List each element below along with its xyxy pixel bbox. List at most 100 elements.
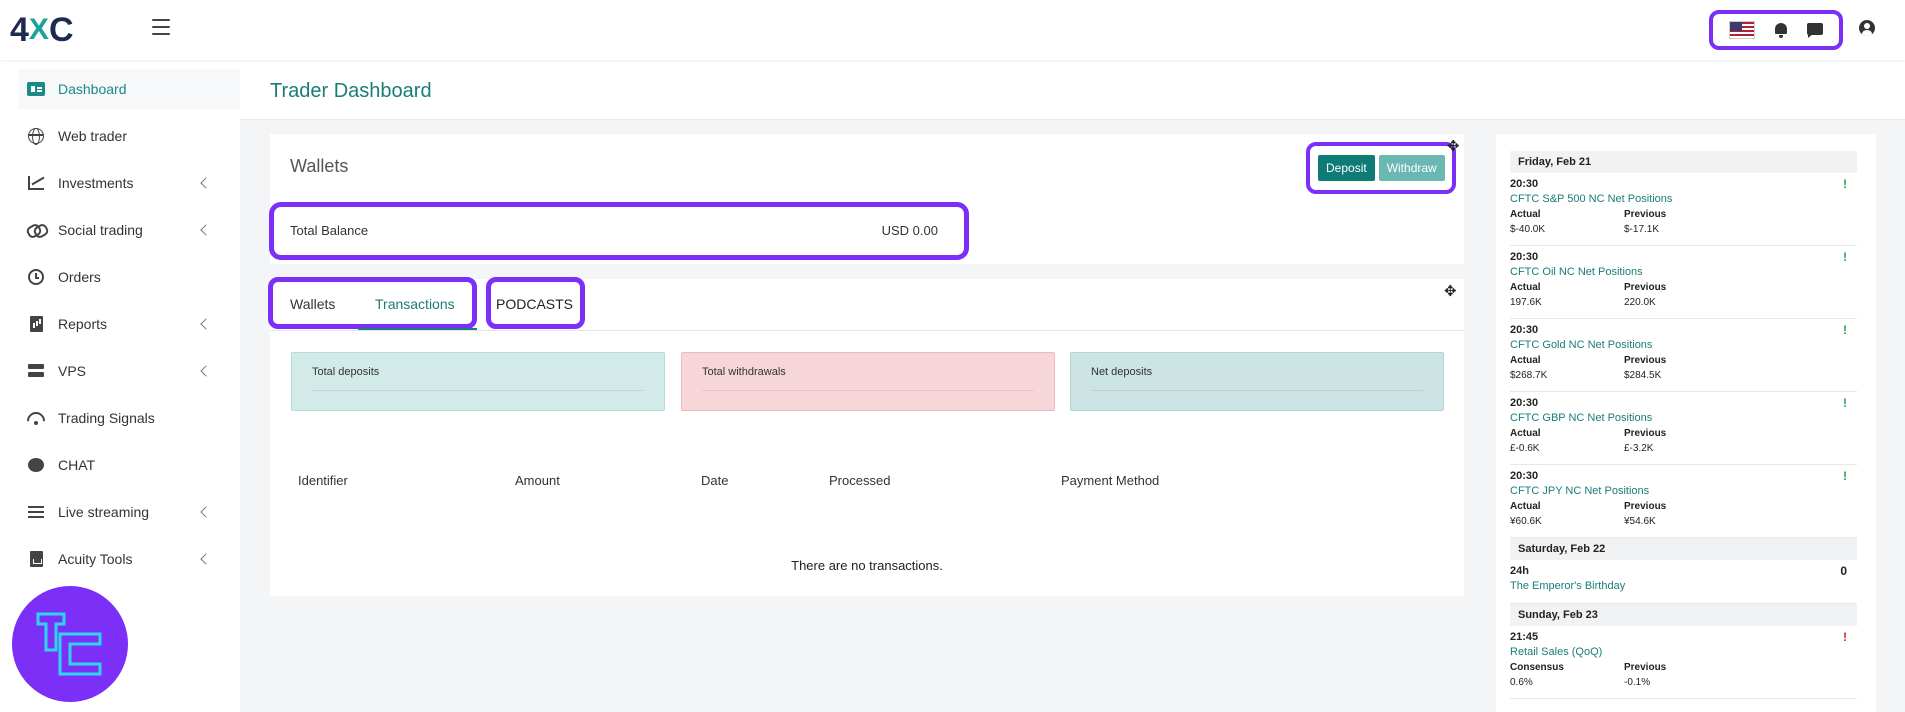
- sidebar-item-label: Reports: [58, 316, 108, 332]
- event-name[interactable]: CFTC JPY NC Net Positions: [1510, 485, 1649, 497]
- total-balance-value: USD 0.00: [881, 223, 938, 238]
- top-icons-group: [1709, 10, 1843, 50]
- calendar-event[interactable]: 20:30 ! CFTC JPY NC Net Positions Actual…: [1510, 465, 1857, 538]
- event-value: 0.6%: [1510, 677, 1533, 688]
- event-name[interactable]: CFTC GBP NC Net Positions: [1510, 412, 1652, 424]
- hamburger-icon[interactable]: [152, 19, 170, 35]
- sidebar-item-acuity-tools[interactable]: Acuity Tools: [18, 539, 240, 579]
- event-name[interactable]: CFTC S&P 500 NC Net Positions: [1510, 193, 1672, 205]
- calendar-event[interactable]: 20:30 ! CFTC GBP NC Net Positions Actual…: [1510, 392, 1857, 465]
- impact-indicator: 0: [1840, 564, 1847, 578]
- event-time: 24h: [1510, 565, 1529, 577]
- total-deposits-label: Total deposits: [312, 366, 380, 378]
- sidebar-item-label: VPS: [58, 363, 87, 379]
- event-key: Actual: [1510, 355, 1541, 366]
- event-value: £-3.2K: [1624, 443, 1654, 454]
- chevron-left-icon: [200, 506, 212, 518]
- column-header[interactable]: Date: [701, 473, 728, 488]
- sidebar-item-orders[interactable]: Orders: [18, 257, 240, 297]
- withdraw-button[interactable]: Withdraw: [1378, 155, 1445, 181]
- bell-icon[interactable]: [1774, 22, 1788, 38]
- sidebar-item-social-trading[interactable]: Social trading: [18, 210, 240, 250]
- sidebar-item-label: Orders: [58, 269, 101, 285]
- calendar-event[interactable]: 20:30 ! CFTC S&P 500 NC Net Positions Ac…: [1510, 173, 1857, 246]
- history-icon: [26, 267, 46, 287]
- event-key: Previous: [1624, 355, 1667, 366]
- column-header[interactable]: Processed: [829, 473, 890, 488]
- total-balance-row: Total Balance USD 0.00: [269, 202, 969, 260]
- impact-indicator: !: [1843, 396, 1847, 410]
- event-value: 220.0K: [1624, 297, 1656, 308]
- brand-logo[interactable]: 4XC: [10, 10, 74, 49]
- event-name[interactable]: CFTC Oil NC Net Positions: [1510, 266, 1643, 278]
- event-key: Actual: [1510, 501, 1541, 512]
- event-key: Previous: [1624, 501, 1667, 512]
- tab-podcasts[interactable]: PODCASTS: [496, 296, 573, 312]
- sidebar-item-label: Trading Signals: [58, 410, 155, 426]
- event-value: ¥60.6K: [1510, 516, 1542, 527]
- sidebar-item-chat[interactable]: CHAT: [18, 445, 240, 485]
- event-key: Consensus: [1510, 662, 1564, 673]
- event-time: 20:30: [1510, 251, 1539, 263]
- tc-watermark-logo: [12, 586, 128, 702]
- sidebar-item-label: Social trading: [58, 222, 143, 238]
- chevron-left-icon: [200, 365, 212, 377]
- column-header[interactable]: Identifier: [298, 473, 348, 488]
- event-name[interactable]: The Emperor's Birthday: [1510, 580, 1625, 592]
- sidebar-item-vps[interactable]: VPS: [18, 351, 240, 391]
- tabs-divider: [270, 330, 1464, 331]
- logo-x: X: [28, 13, 49, 46]
- calendar-day-header: Sunday, Feb 23: [1510, 604, 1857, 626]
- calendar-day-header: Friday, Feb 21: [1510, 151, 1857, 173]
- calendar-event[interactable]: 21:45 ! Retail Sales (QoQ) Consensus Pre…: [1510, 626, 1857, 699]
- message-icon[interactable]: [1807, 22, 1824, 38]
- impact-indicator: !: [1843, 177, 1847, 191]
- event-value: -0.1%: [1624, 677, 1651, 688]
- calendar-event[interactable]: 20:30 ! CFTC Oil NC Net Positions Actual…: [1510, 246, 1857, 319]
- column-header[interactable]: Amount: [515, 473, 560, 488]
- sidebar-item-reports[interactable]: Reports: [18, 304, 240, 344]
- net-deposits-card: Net deposits: [1070, 352, 1444, 411]
- total-deposits-card: Total deposits: [291, 352, 665, 411]
- sidebar-item-label: Web trader: [58, 128, 127, 144]
- impact-indicator: !: [1843, 250, 1847, 264]
- calendar-event[interactable]: 24h 0 The Emperor's Birthday: [1510, 560, 1857, 604]
- event-name[interactable]: Retail Sales (QoQ): [1510, 646, 1602, 658]
- sidebar-item-label: Live streaming: [58, 504, 150, 520]
- globe-icon: [26, 126, 46, 146]
- wallets-title: Wallets: [290, 156, 349, 176]
- event-time: 20:30: [1510, 324, 1539, 336]
- sidebar-item-trading-signals[interactable]: Trading Signals: [18, 398, 240, 438]
- event-key: Previous: [1624, 209, 1667, 220]
- total-withdrawals-card: Total withdrawals: [681, 352, 1055, 411]
- sidebar-item-label: Dashboard: [58, 81, 127, 97]
- sidebar-item-investments[interactable]: Investments: [18, 163, 240, 203]
- calendar-event[interactable]: 20:30 ! CFTC Gold NC Net Positions Actua…: [1510, 319, 1857, 392]
- top-bar: 4XC: [0, 0, 1905, 60]
- event-time: 21:45: [1510, 631, 1539, 643]
- move-icon[interactable]: ✥: [1447, 137, 1460, 155]
- user-icon[interactable]: [1859, 20, 1875, 36]
- dashboard-icon: [26, 79, 46, 99]
- sidebar-item-label: Investments: [58, 175, 134, 191]
- deposit-button[interactable]: Deposit: [1318, 155, 1375, 181]
- us-flag-icon[interactable]: [1728, 21, 1755, 39]
- tc-logo-icon: [36, 612, 102, 676]
- event-name[interactable]: CFTC Gold NC Net Positions: [1510, 339, 1652, 351]
- move-icon[interactable]: ✥: [1444, 282, 1457, 300]
- total-withdrawals-label: Total withdrawals: [702, 366, 786, 378]
- impact-indicator: !: [1843, 469, 1847, 483]
- sidebar-item-label: Acuity Tools: [58, 551, 133, 567]
- logo-letter: C: [48, 10, 74, 49]
- tools-icon: [26, 549, 46, 569]
- tab-wallets[interactable]: Wallets: [290, 296, 335, 312]
- sidebar-item-web-trader[interactable]: Web trader: [18, 116, 240, 156]
- column-header[interactable]: Payment Method: [1061, 473, 1159, 488]
- sidebar-item-live-streaming[interactable]: Live streaming: [18, 492, 240, 532]
- sidebar-item-dashboard[interactable]: Dashboard: [18, 69, 240, 109]
- tab-transactions[interactable]: Transactions: [375, 296, 455, 312]
- wallet-actions: Deposit Withdraw: [1306, 142, 1456, 194]
- page-title: Trader Dashboard: [270, 80, 432, 102]
- chevron-left-icon: [200, 553, 212, 565]
- event-key: Actual: [1510, 428, 1541, 439]
